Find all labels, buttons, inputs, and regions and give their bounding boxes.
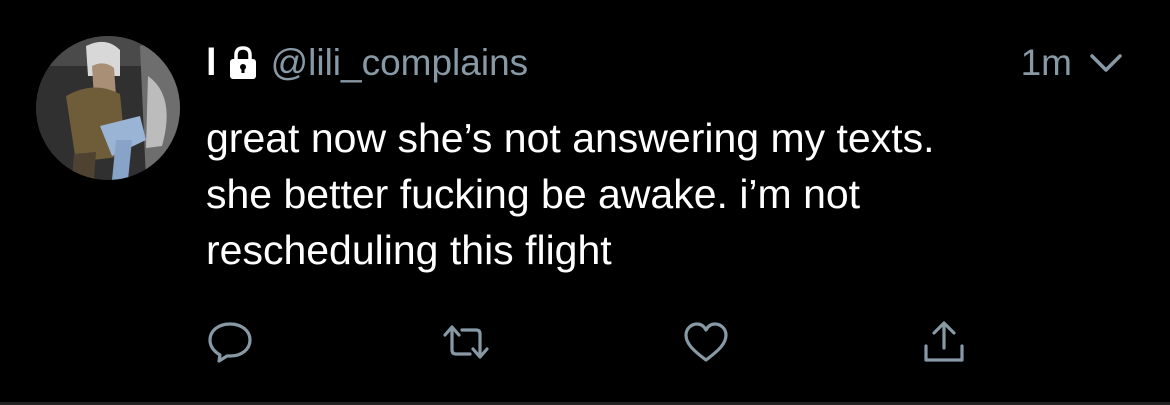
tweet[interactable]: l @lili_complains 1m great now she’s not… xyxy=(0,0,1170,405)
reply-icon xyxy=(208,322,252,363)
heart-icon xyxy=(684,322,728,362)
user-handle[interactable]: @lili_complains xyxy=(271,38,529,88)
tweet-header: l @lili_complains xyxy=(206,38,528,88)
reply-button[interactable] xyxy=(206,320,254,364)
retweet-button[interactable] xyxy=(442,320,490,364)
lock-icon xyxy=(229,46,257,80)
avatar-image xyxy=(36,36,180,180)
share-button[interactable] xyxy=(920,320,968,364)
share-icon xyxy=(924,321,964,362)
avatar[interactable] xyxy=(36,36,180,180)
like-button[interactable] xyxy=(682,320,730,364)
display-name[interactable]: l xyxy=(206,38,217,88)
chevron-down-icon[interactable] xyxy=(1088,50,1124,76)
timestamp[interactable]: 1m xyxy=(1021,38,1072,88)
retweet-icon xyxy=(443,325,489,359)
tweet-text: great now she’s not answering my texts. … xyxy=(206,115,935,273)
